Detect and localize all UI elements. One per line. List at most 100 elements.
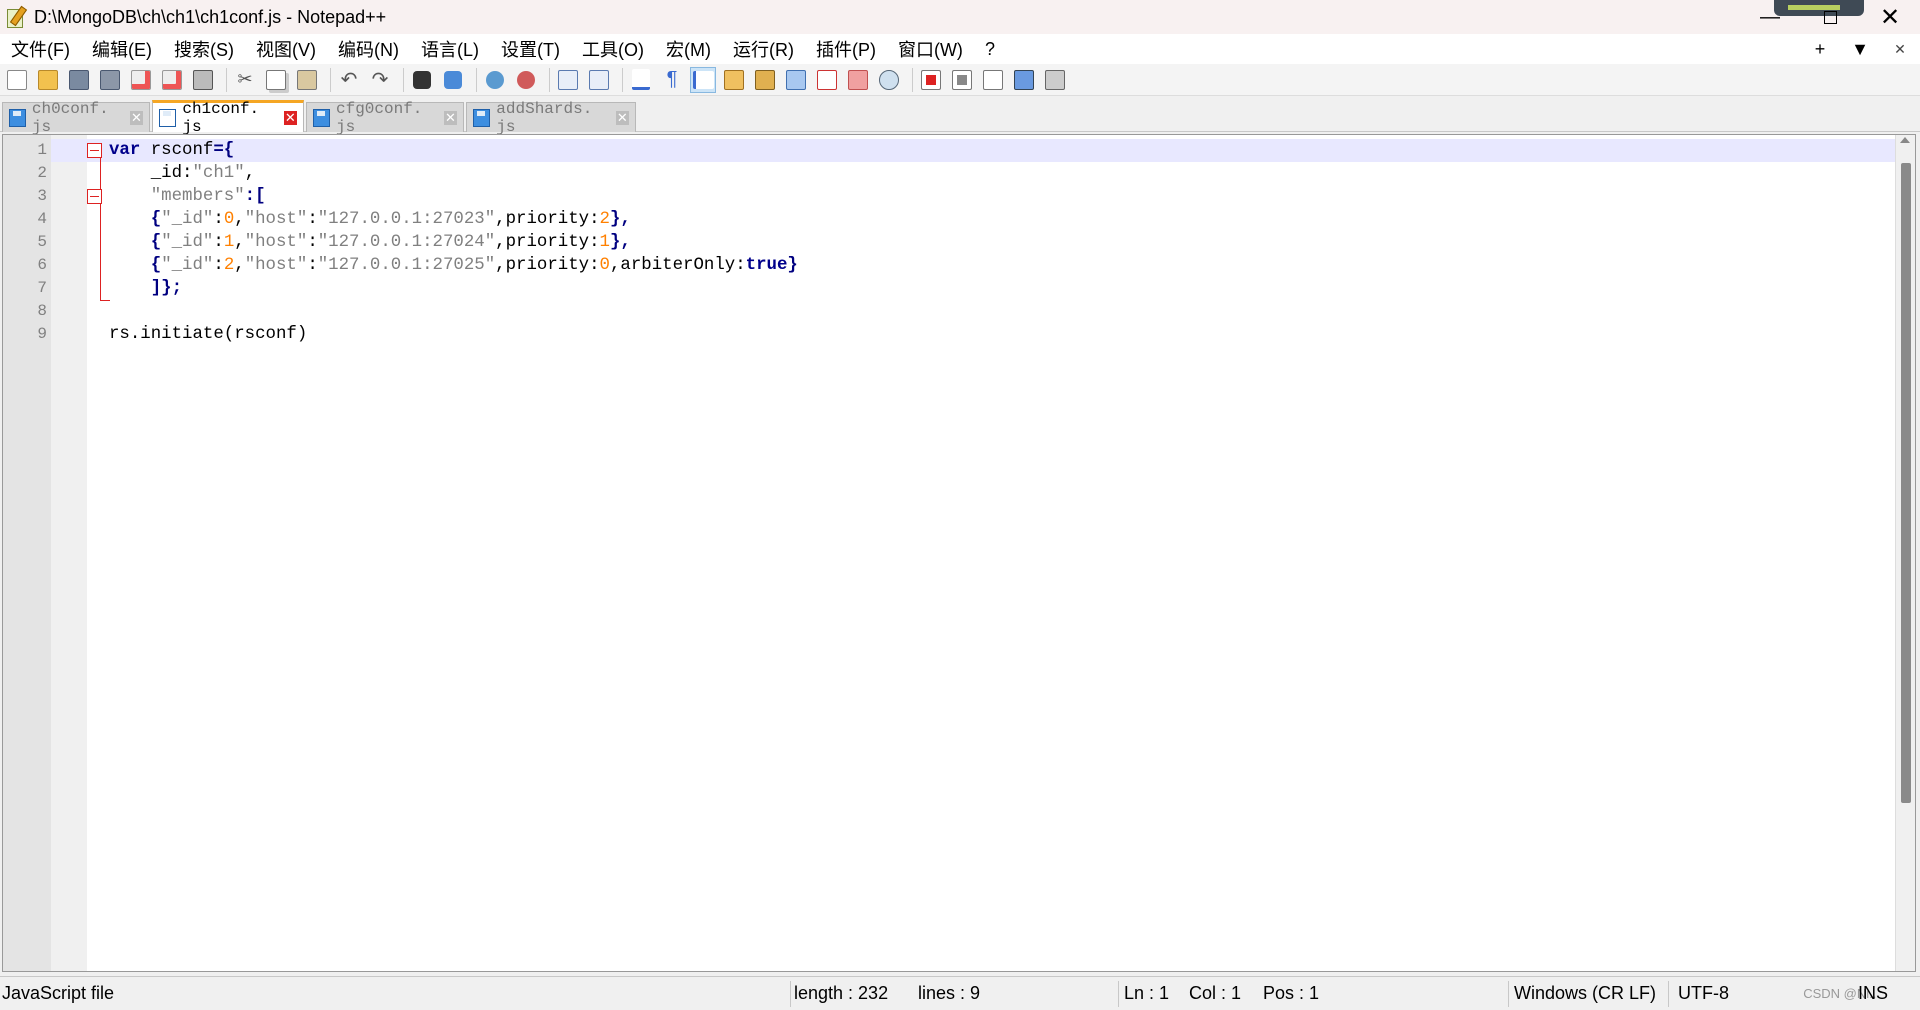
copy-icon[interactable] [263,67,289,93]
menu-file[interactable]: 文件(F) [0,36,81,62]
replace-icon[interactable] [440,67,466,93]
line-number: 8 [37,302,47,320]
token: , [244,164,256,183]
menu-view[interactable]: 视图(V) [245,36,327,62]
line-number: 4 [37,210,47,228]
zoom-in-icon[interactable] [482,67,508,93]
token: "host" [244,256,308,275]
cut-icon[interactable]: ✂ [232,67,258,93]
menu-encoding[interactable]: 编码(N) [327,36,410,62]
status-divider [1508,981,1509,1007]
menu-macro[interactable]: 宏(M) [655,36,722,62]
menu-run[interactable]: 运行(R) [722,36,805,62]
print-icon[interactable] [190,67,216,93]
scrollbar-thumb[interactable] [1901,163,1911,803]
new-tab-button[interactable]: + [1800,39,1840,60]
sync-horizontal-icon[interactable] [586,67,612,93]
save-all-icon[interactable] [97,67,123,93]
indent-guide-icon[interactable] [690,66,716,93]
toolbar-separator [912,67,913,92]
tab-ch0conf[interactable]: ch0conf. js ✕ [2,100,150,136]
menu-search[interactable]: 搜索(S) [163,36,245,62]
tab-label: ch1conf. js [182,99,260,136]
toolbar-separator [549,67,550,92]
zoom-out-icon[interactable] [513,67,539,93]
code-editor[interactable]: 1 2 3 4 5 6 7 8 9 var rsconf={ _id:"ch1"… [2,134,1916,972]
save-icon [473,108,491,127]
monitoring-icon[interactable] [876,67,902,93]
token: 1 [223,233,235,252]
maximize-button[interactable] [1800,0,1860,34]
scroll-up-arrow-icon[interactable] [1900,137,1910,143]
token: "host" [244,233,308,252]
fold-toggle[interactable] [87,189,102,204]
token: 2 [223,256,235,275]
open-file-icon[interactable] [35,67,61,93]
close-file-icon[interactable] [128,67,154,93]
menu-settings[interactable]: 设置(T) [490,36,571,62]
minimize-button[interactable]: — [1740,0,1800,34]
close-window-button[interactable]: ✕ [1860,0,1920,34]
token: : [213,233,224,252]
fold-toggle[interactable] [87,143,102,158]
token: { [109,256,162,275]
function-list-icon[interactable] [814,67,840,93]
token: }, [609,210,631,229]
undo-icon[interactable]: ↶ [336,67,362,93]
menu-window[interactable]: 窗口(W) [887,36,974,62]
close-tab-icon[interactable]: ✕ [130,110,143,125]
menu-tools[interactable]: 工具(O) [571,36,655,62]
menu-plugins[interactable]: 插件(P) [805,36,887,62]
close-tab-button[interactable]: ✕ [1880,41,1920,58]
close-all-icon[interactable] [159,67,185,93]
save-icon[interactable] [66,67,92,93]
tab-cfg0conf[interactable]: cfg0conf. js ✕ [306,100,464,136]
save-icon [159,108,177,127]
fold-margin [51,135,87,971]
udl-icon[interactable] [721,67,747,93]
word-wrap-icon[interactable] [628,67,654,93]
redo-icon[interactable]: ↷ [367,67,393,93]
sync-vertical-icon[interactable] [555,67,581,93]
menu-edit[interactable]: 编辑(E) [81,36,163,62]
status-pos: Pos : 1 [1263,983,1320,1003]
menu-help[interactable]: ? [974,39,1006,60]
paste-icon[interactable] [294,67,320,93]
tab-ch1conf[interactable]: ch1conf. js ✕ [152,100,304,136]
save-macro-icon[interactable] [1042,67,1068,93]
close-tab-icon[interactable]: ✕ [283,110,298,125]
token: ,priority: [495,256,600,275]
line-number: 2 [37,164,47,182]
tab-addshards[interactable]: addShards. js ✕ [466,100,636,136]
code-area[interactable]: var rsconf={ _id:"ch1", "members":[ {"_i… [109,139,1915,975]
doc-list-icon[interactable] [783,67,809,93]
close-tab-icon[interactable]: ✕ [615,110,629,125]
status-encoding[interactable]: UTF-8 [1678,977,1729,1010]
doc-map-icon[interactable] [752,67,778,93]
record-macro-icon[interactable] [918,67,944,93]
token: : [307,233,318,252]
close-tab-icon[interactable]: ✕ [443,110,457,125]
new-file-icon[interactable] [4,67,30,93]
maximize-icon [1823,10,1837,24]
folder-as-workspace-icon[interactable] [845,67,871,93]
token: ]}; [109,279,183,298]
vertical-scrollbar[interactable] [1895,135,1915,971]
status-insert-mode[interactable]: INS [1858,977,1888,1010]
run-macro-multiple-icon[interactable] [1011,67,1037,93]
token: ={ [213,141,235,160]
token: { [109,233,162,252]
find-icon[interactable] [409,67,435,93]
stop-record-icon[interactable] [949,67,975,93]
menu-bar: 文件(F) 编辑(E) 搜索(S) 视图(V) 编码(N) 语言(L) 设置(T… [0,34,1920,64]
token: : [307,256,318,275]
tab-list-button[interactable]: ▼ [1840,39,1880,60]
show-all-chars-icon[interactable]: ¶ [659,67,685,93]
token: ,priority: [495,233,600,252]
status-eol[interactable]: Windows (CR LF) [1514,977,1656,1010]
notepadpp-app-icon[interactable] [4,5,28,28]
fold-line [100,204,101,300]
menu-language[interactable]: 语言(L) [410,36,490,62]
play-macro-icon[interactable] [980,67,1006,93]
